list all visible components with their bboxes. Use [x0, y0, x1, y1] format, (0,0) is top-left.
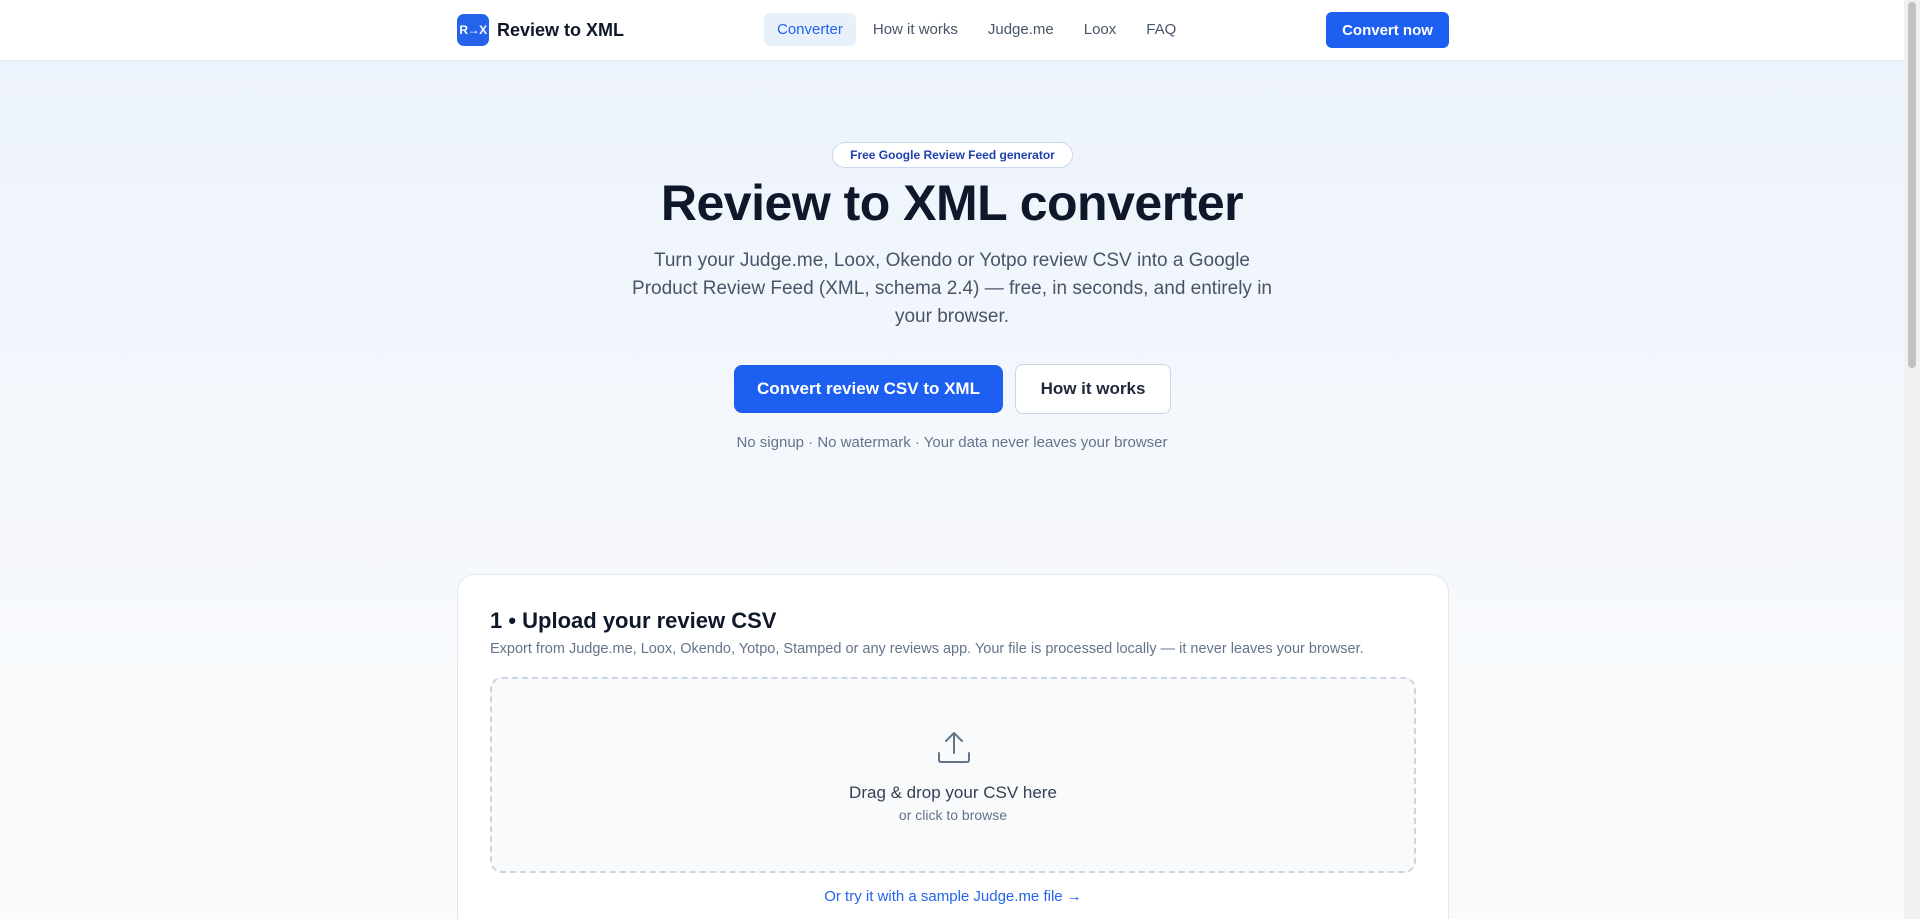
site-header: R→X Review to XML Converter How it works… — [0, 0, 1904, 61]
dropzone-label: Drag & drop your CSV here — [849, 783, 1057, 802]
convert-csv-button[interactable]: Convert review CSV to XML — [734, 365, 1003, 413]
hero-note: No signup · No watermark · Your data nev… — [736, 434, 1168, 451]
upload-description: Export from Judge.me, Loox, Okendo, Yotp… — [490, 641, 1364, 657]
upload-card: 1 • Upload your review CSV Export from J… — [457, 574, 1449, 919]
convert-now-button[interactable]: Convert now — [1326, 12, 1449, 48]
nav-how-it-works[interactable]: How it works — [860, 13, 971, 46]
nav-loox[interactable]: Loox — [1071, 13, 1130, 46]
nav-judgeme[interactable]: Judge.me — [975, 13, 1067, 46]
main-nav: Converter How it works Judge.me Loox FAQ — [764, 13, 1189, 46]
hero-badge: Free Google Review Feed generator — [832, 142, 1073, 168]
dropzone-sublabel: or click to browse — [898, 807, 1008, 823]
nav-converter[interactable]: Converter — [764, 13, 856, 46]
page-title: Review to XML converter — [660, 175, 1244, 231]
logo[interactable]: R→X Review to XML — [457, 14, 624, 46]
hero-subtitle: Turn your Judge.me, Loox, Okendo or Yotp… — [632, 250, 1272, 327]
page-scrollbar[interactable] — [1904, 0, 1920, 919]
page: R→X Review to XML Converter How it works… — [0, 0, 1904, 919]
sample-file-link[interactable]: Or try it with a sample Judge.me file → — [458, 888, 1448, 905]
upload-title: 1 • Upload your review CSV — [490, 608, 777, 633]
csv-dropzone[interactable]: Drag & drop your CSV here or click to br… — [490, 677, 1416, 873]
logo-text: Review to XML — [497, 19, 625, 40]
logo-badge: R→X — [457, 14, 489, 46]
nav-faq[interactable]: FAQ — [1133, 13, 1189, 46]
how-it-works-button[interactable]: How it works — [1015, 364, 1171, 414]
upload-icon — [938, 732, 970, 763]
scrollbar-thumb[interactable] — [1908, 2, 1916, 368]
